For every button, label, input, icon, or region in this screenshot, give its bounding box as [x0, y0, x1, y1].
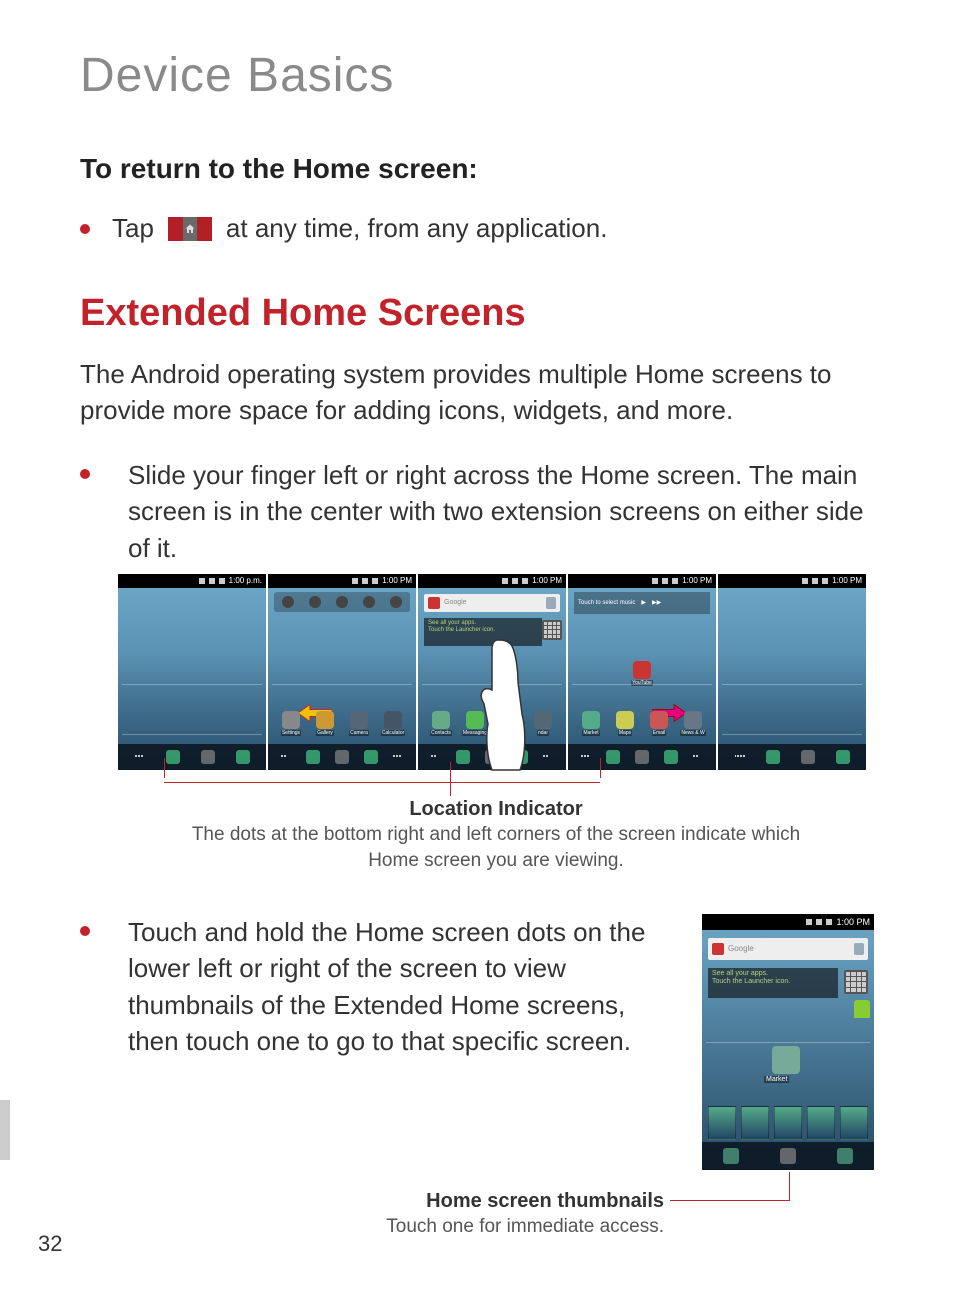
- callout-location-indicator: Location Indicator The dots at the botto…: [118, 770, 874, 880]
- status-bar: 1:00 p.m.: [118, 574, 266, 588]
- dock-dots-left: [135, 755, 145, 759]
- dock-bar: [702, 1142, 874, 1170]
- play-icon: ▶: [641, 599, 646, 606]
- search-placeholder: Google: [728, 944, 754, 953]
- market-label: Market: [764, 1076, 789, 1083]
- figure-extended-screens: 1:00 p.m. 1:00 PM: [118, 574, 874, 880]
- dock-bar: [718, 744, 866, 770]
- status-bar: 1:00 PM: [418, 574, 566, 588]
- apps-grid-icon: [780, 1148, 796, 1164]
- google-icon: [712, 943, 724, 955]
- home-screen-2: 1:00 PM Settings Gallery Camera Calculat…: [268, 574, 416, 770]
- power-control-widget: [274, 592, 410, 612]
- return-home-heading: To return to the Home screen:: [80, 153, 874, 185]
- mic-icon: [854, 943, 864, 955]
- page-edge-tab: [0, 1100, 10, 1160]
- intro-body: The Android operating system provides mu…: [80, 357, 874, 429]
- bullet-slide: Slide your finger left or right across t…: [80, 457, 874, 566]
- google-search-widget: Google: [424, 594, 560, 612]
- home-thumbnail: [807, 1106, 835, 1140]
- music-widget: Touch to select music ▶ ▶▶: [574, 592, 710, 614]
- bullet2-text: Touch and hold the Home screen dots on t…: [128, 914, 678, 1060]
- finger-icon: [470, 634, 530, 774]
- callout-thumbnails: Home screen thumbnails Touch one for imm…: [80, 1190, 874, 1260]
- callout2-title: Home screen thumbnails: [426, 1190, 664, 1213]
- status-bar: 1:00 PM: [702, 914, 874, 930]
- home-screen-5: 1:00 PM: [718, 574, 866, 770]
- home-button-icon: [168, 217, 212, 241]
- music-prompt: Touch to select music: [578, 600, 635, 606]
- callout1-title: Location Indicator: [118, 798, 874, 821]
- status-time: 1:00 PM: [532, 576, 562, 585]
- phone-icon: [166, 750, 180, 764]
- page-number: 32: [38, 1231, 62, 1257]
- tap-instruction: Tap at any time, from any application.: [80, 213, 874, 244]
- launcher-tip: See all your apps. Touch the Launcher ic…: [708, 968, 838, 998]
- market-icon: [772, 1046, 800, 1074]
- bullet-icon: [80, 469, 90, 479]
- dock-bar: [118, 744, 266, 770]
- bullet-icon: [80, 224, 90, 234]
- browser-icon: [837, 1148, 853, 1164]
- chapter-title: Device Basics: [80, 48, 874, 103]
- callout2-sub: Touch one for immediate access.: [386, 1216, 664, 1238]
- search-placeholder: Google: [444, 599, 467, 606]
- house-icon: [184, 223, 196, 235]
- dock-bar: [268, 744, 416, 770]
- status-time: 1:00 PM: [682, 576, 712, 585]
- status-time: 1:00 PM: [836, 917, 870, 927]
- home-thumbnail: [840, 1106, 868, 1140]
- google-icon: [428, 597, 440, 609]
- status-time: 1:00 PM: [382, 576, 412, 585]
- bullet1-text: Slide your finger left or right across t…: [128, 457, 874, 566]
- bullet-thumbnails-row: Touch and hold the Home screen dots on t…: [80, 914, 874, 1170]
- google-search-widget: Google: [708, 938, 868, 960]
- dock-bar: [568, 744, 716, 770]
- callout1-sub: The dots at the bottom right and left co…: [178, 822, 814, 873]
- status-time: 1:00 PM: [832, 576, 862, 585]
- phone-icon: [723, 1148, 739, 1164]
- android-icon: [854, 1000, 870, 1018]
- section-heading: Extended Home Screens: [80, 292, 874, 335]
- status-bar: 1:00 PM: [568, 574, 716, 588]
- bullet-icon: [80, 926, 90, 936]
- launcher-grid-icon: [542, 620, 562, 640]
- home-thumbnail: [774, 1106, 802, 1140]
- home-thumbnail: [741, 1106, 769, 1140]
- home-thumbnail: [708, 1106, 736, 1140]
- figure-thumbnail-screen: 1:00 PM Google See all your apps. Touch …: [702, 914, 874, 1170]
- status-bar: 1:00 PM: [718, 574, 866, 588]
- home-thumbnails-row: [708, 1106, 868, 1140]
- apps-grid-icon: [201, 750, 215, 764]
- page: Device Basics To return to the Home scre…: [0, 0, 954, 1300]
- home-screen-4: 1:00 PM Touch to select music ▶ ▶▶ YouTu…: [568, 574, 716, 770]
- next-icon: ▶▶: [652, 599, 661, 606]
- tap-text-before: Tap: [112, 213, 154, 244]
- status-bar: 1:00 PM: [268, 574, 416, 588]
- mic-icon: [546, 597, 556, 609]
- browser-icon: [236, 750, 250, 764]
- status-time: 1:00 p.m.: [229, 576, 262, 585]
- launcher-grid-icon: [844, 970, 868, 994]
- home-screen-1: 1:00 p.m.: [118, 574, 266, 770]
- tap-text-after: at any time, from any application.: [226, 213, 608, 244]
